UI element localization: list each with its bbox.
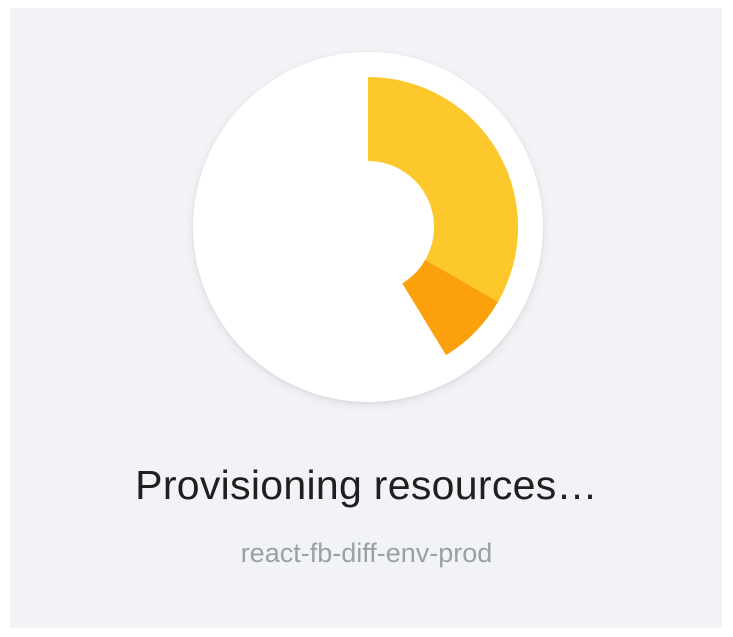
progress-spinner [193, 52, 543, 402]
spinner-primary-segment [368, 77, 518, 302]
status-title: Provisioning resources… [135, 462, 598, 508]
environment-name: react-fb-diff-env-prod [240, 538, 493, 568]
spinner-graphic [368, 77, 518, 356]
